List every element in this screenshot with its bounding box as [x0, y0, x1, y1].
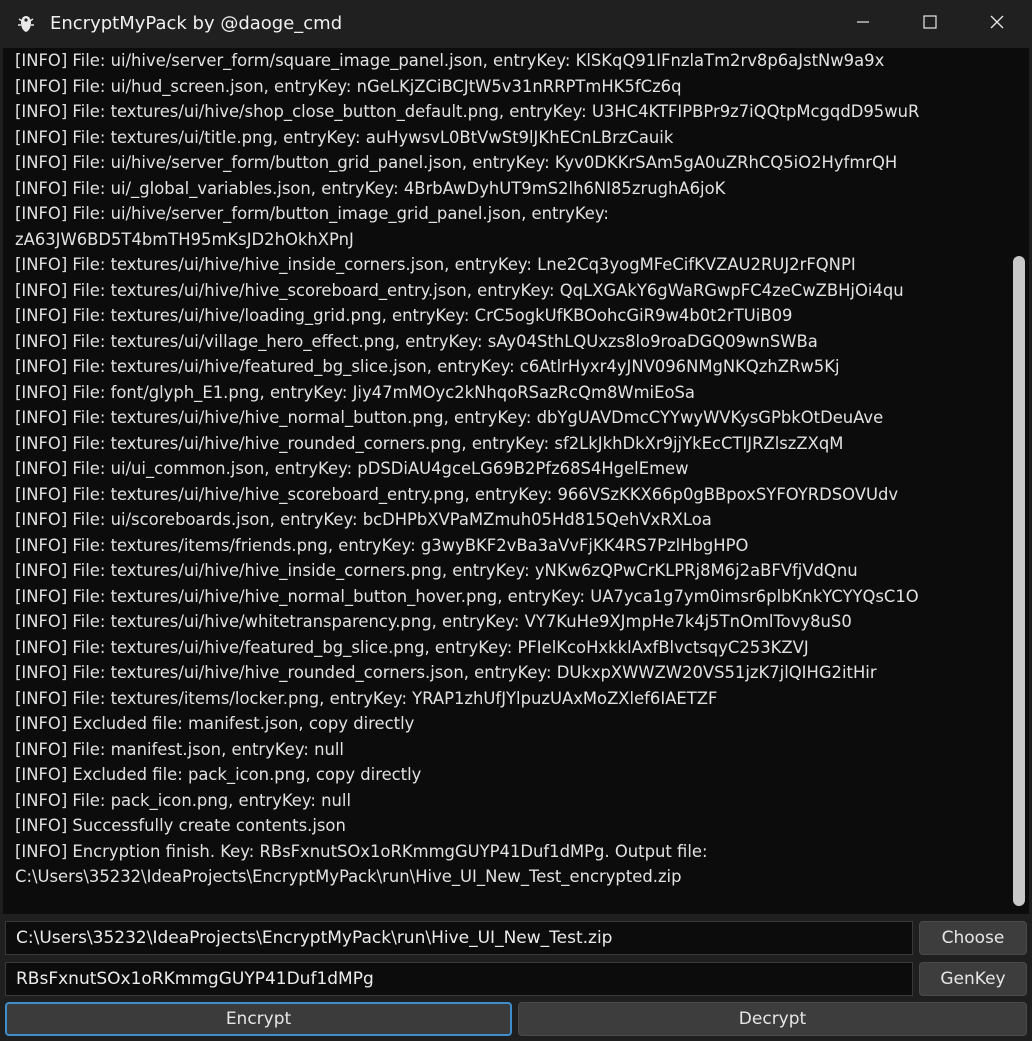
log-line: [INFO] File: textures/items/friends.png,… — [15, 535, 749, 555]
log-line: [INFO] File: manifest.json, entryKey: nu… — [15, 739, 344, 759]
log-line: [INFO] File: textures/ui/hive/hive_score… — [15, 280, 904, 300]
pack-icon — [16, 14, 36, 34]
log-line: [INFO] File: ui/ui_common.json, entryKey… — [15, 459, 689, 478]
log-line: [INFO] File: textures/ui/hive/shop_close… — [15, 102, 920, 121]
minimize-icon — [855, 14, 871, 34]
log-line: [INFO] File: textures/items/locker.png, … — [15, 688, 718, 708]
log-line: [INFO] File: textures/ui/hive/hive_insid… — [15, 255, 856, 274]
choose-button[interactable]: Choose — [919, 921, 1027, 955]
encrypt-button[interactable]: Encrypt — [5, 1002, 512, 1036]
log-line: [INFO] File: textures/ui/hive/hive_norma… — [15, 408, 884, 427]
log-line: C:\Users\35232\IdeaProjects\EncryptMyPac… — [15, 867, 682, 886]
log-line: [INFO] File: textures/ui/hive/hive_round… — [15, 663, 877, 682]
close-icon — [989, 14, 1005, 34]
title-bar[interactable]: EncryptMyPack by @daoge_cmd — [0, 0, 1032, 48]
log-line: [INFO] File: textures/ui/hive/featured_b… — [15, 357, 840, 376]
log-line: [INFO] File: ui/scoreboards.json, entryK… — [15, 510, 712, 529]
log-line: [INFO] File: textures/ui/title.png, entr… — [15, 127, 674, 147]
log-line: [INFO] File: textures/ui/hive/loading_gr… — [15, 306, 793, 325]
log-line: [INFO] File: textures/ui/village_hero_ef… — [15, 331, 818, 351]
log-output[interactable]: [INFO] File: ui/hive/server_form/square_… — [3, 48, 1029, 914]
key-input[interactable]: RBsFxnutSOx1oRKmmgGUYP41Duf1dMPg — [5, 962, 913, 996]
app-window: EncryptMyPack by @daoge_cmd [INFO] File:… — [0, 0, 1032, 1041]
log-line: [INFO] File: ui/hive/server_form/square_… — [15, 51, 885, 70]
maximize-button[interactable] — [897, 0, 963, 48]
minimize-button[interactable] — [830, 0, 896, 48]
log-line: [INFO] File: ui/_global_variables.json, … — [15, 178, 726, 198]
maximize-icon — [922, 14, 938, 34]
genkey-button[interactable]: GenKey — [919, 962, 1027, 996]
close-button[interactable] — [964, 0, 1030, 48]
log-line: [INFO] File: textures/ui/hive/hive_norma… — [15, 586, 919, 606]
log-line: [INFO] File: pack_icon.png, entryKey: nu… — [15, 790, 352, 810]
log-line: [INFO] File: ui/hive/server_form/button_… — [15, 204, 609, 223]
log-line: zA63JW6BD5T4bmTH95mKsJD2hOkhXPnJ — [15, 229, 354, 249]
log-line: [INFO] Encryption finish. Key: RBsFxnutS… — [15, 841, 708, 861]
log-scrollbar-thumb[interactable] — [1013, 256, 1025, 906]
log-line: [INFO] Excluded file: pack_icon.png, cop… — [15, 765, 422, 784]
log-line: [INFO] File: textures/ui/hive/hive_score… — [15, 484, 899, 504]
log-line: [INFO] File: textures/ui/hive/whitetrans… — [15, 612, 852, 631]
pack-path-input[interactable]: C:\Users\35232\IdeaProjects\EncryptMyPac… — [5, 921, 913, 955]
log-line: [INFO] File: textures/ui/hive/hive_insid… — [15, 561, 858, 580]
window-title: EncryptMyPack by @daoge_cmd — [50, 13, 343, 34]
decrypt-button[interactable]: Decrypt — [518, 1002, 1027, 1036]
log-line: [INFO] File: textures/ui/hive/featured_b… — [15, 637, 809, 657]
log-line: [INFO] File: textures/ui/hive/hive_round… — [15, 433, 844, 453]
log-lines: [INFO] File: ui/hive/server_form/square_… — [15, 48, 1005, 890]
log-line: [INFO] File: font/glyph_E1.png, entryKey… — [15, 382, 695, 402]
log-line: [INFO] Excluded file: manifest.json, cop… — [15, 714, 415, 733]
log-line: [INFO] File: ui/hud_screen.json, entryKe… — [15, 76, 682, 96]
log-line: [INFO] Successfully create contents.json — [15, 816, 346, 835]
log-line: [INFO] File: ui/hive/server_form/button_… — [15, 153, 898, 172]
